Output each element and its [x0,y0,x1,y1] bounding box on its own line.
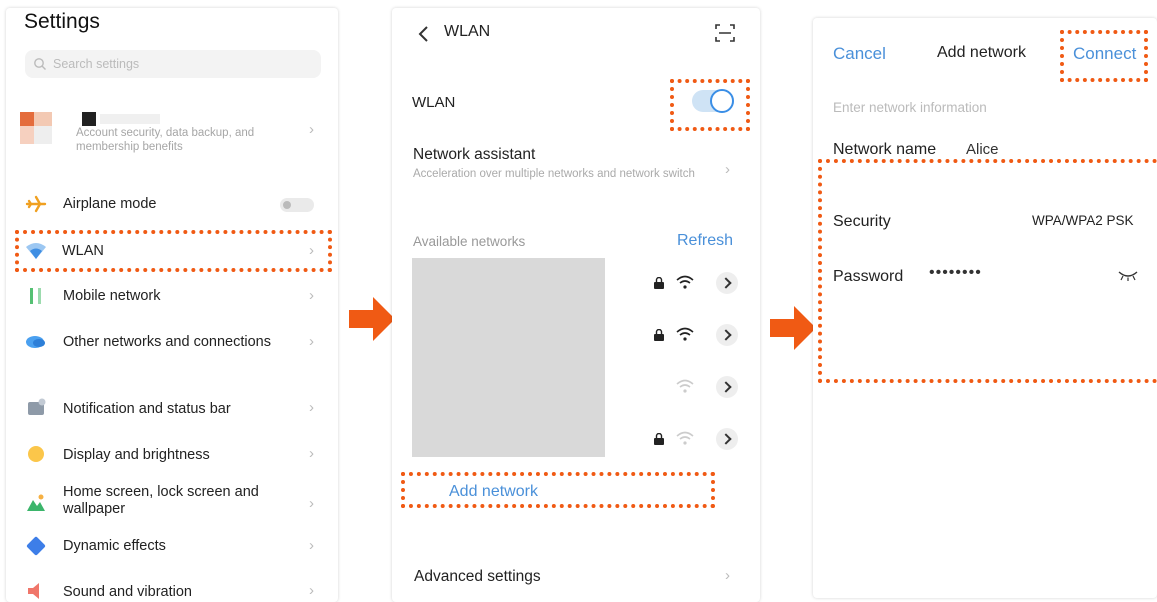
chevron-right-icon: › [309,333,314,350]
form-hint: Enter network information [833,100,987,115]
available-networks-label: Available networks [413,234,526,249]
security-label: Security [833,213,891,230]
settings-item-label: Sound and vibration [63,584,192,600]
network-names-blurred [412,258,605,457]
network-assistant-row[interactable]: Network assistant Acceleration over mult… [392,142,760,202]
wallpaper-icon [27,494,45,511]
network-row[interactable] [642,270,742,296]
sound-icon [28,583,39,599]
chevron-right-icon: › [725,567,730,584]
advanced-settings-row[interactable]: Advanced settings › [392,562,760,592]
password-field[interactable]: •••••••• [929,264,982,282]
wifi-signal-weak-icon [676,431,694,445]
settings-item-label: Notification and status bar [63,401,231,417]
settings-item-airplane-mode[interactable]: Airplane mode [6,190,338,220]
wlan-highlight [15,230,332,272]
network-details-button[interactable] [716,324,738,346]
settings-item-mobile-network[interactable]: Mobile network › [6,282,338,312]
lock-icon [654,329,664,341]
arrow-right-icon [770,306,816,350]
page-title: Settings [24,10,100,33]
chevron-right-icon: › [309,399,314,416]
advanced-settings-label: Advanced settings [414,568,541,585]
settings-item-home-screen[interactable]: Home screen, lock screen and wallpaper › [6,484,338,524]
lock-icon [654,433,664,445]
chevron-right-icon: › [725,161,730,178]
account-name-redacted [82,112,96,126]
page-title: Add network [937,44,1026,61]
network-row[interactable] [642,426,742,452]
settings-item-sound[interactable]: Sound and vibration › [6,577,338,602]
search-placeholder: Search settings [53,57,140,71]
arrow-right-icon [349,297,395,341]
settings-item-label: Other networks and connections [63,334,271,350]
account-row[interactable]: Account security, data backup, and membe… [6,100,338,160]
add-network-screen: Cancel Add network Connect Enter network… [813,18,1157,598]
wlan-screen: WLAN WLAN Network assistant Acceleration… [392,8,760,602]
airplane-mode-toggle[interactable] [280,198,314,212]
chevron-right-icon: › [309,495,314,512]
lock-icon [654,277,664,289]
dynamic-effects-icon [26,536,46,556]
settings-item-label: Dynamic effects [63,538,166,554]
scan-icon [715,24,735,42]
network-name-label: Network name [833,141,937,158]
wifi-signal-weak-icon [676,379,694,393]
notification-icon [28,398,46,415]
mobile-network-icon [30,288,41,304]
network-details-button[interactable] [716,428,738,450]
cancel-button[interactable]: Cancel [833,44,886,64]
search-input[interactable]: Search settings [25,50,321,78]
network-assistant-description: Acceleration over multiple networks and … [413,168,695,180]
connect-highlight [1060,30,1148,82]
network-name-field[interactable]: Alice [966,141,999,158]
airplane-icon [25,195,47,213]
chevron-left-icon [418,26,428,42]
network-row[interactable] [642,374,742,400]
chevron-right-icon: › [309,121,314,138]
wifi-signal-icon [676,275,694,289]
settings-item-label: Mobile network [63,288,161,304]
refresh-button[interactable]: Refresh [677,232,733,250]
back-button[interactable] [414,24,434,44]
toggle-highlight [670,79,750,131]
account-name-blur [100,114,160,124]
connections-icon [26,336,45,348]
settings-screen: Settings Search settings Account securit… [6,8,338,602]
avatar [20,112,52,144]
settings-item-notification[interactable]: Notification and status bar › [6,394,338,424]
chevron-right-icon: › [309,445,314,462]
chevron-right-icon: › [309,582,314,599]
settings-item-label: Home screen, lock screen and wallpaper [63,484,259,517]
security-select[interactable]: WPA/WPA2 PSK [1032,213,1134,228]
network-row[interactable] [642,322,742,348]
settings-item-label: Airplane mode [63,196,157,212]
scan-button[interactable] [714,22,736,44]
chevron-right-icon: › [309,287,314,304]
chevron-right-icon: › [309,537,314,554]
settings-item-other-networks[interactable]: Other networks and connections › [6,327,338,357]
hide-password-icon[interactable] [1117,268,1139,282]
wifi-signal-icon [676,327,694,341]
network-details-button[interactable] [716,272,738,294]
password-label: Password [833,268,904,285]
settings-item-label: Display and brightness [63,447,210,463]
search-icon [34,58,46,70]
account-description: Account security, data backup, and membe… [76,127,255,153]
page-title: WLAN [444,23,491,40]
network-assistant-title: Network assistant [413,146,536,163]
settings-item-display[interactable]: Display and brightness › [6,440,338,470]
add-network-highlight [401,472,715,508]
brightness-icon [28,446,44,462]
network-details-button[interactable] [716,376,738,398]
wlan-toggle-label: WLAN [412,94,456,111]
settings-item-dynamic-effects[interactable]: Dynamic effects › [6,532,338,562]
